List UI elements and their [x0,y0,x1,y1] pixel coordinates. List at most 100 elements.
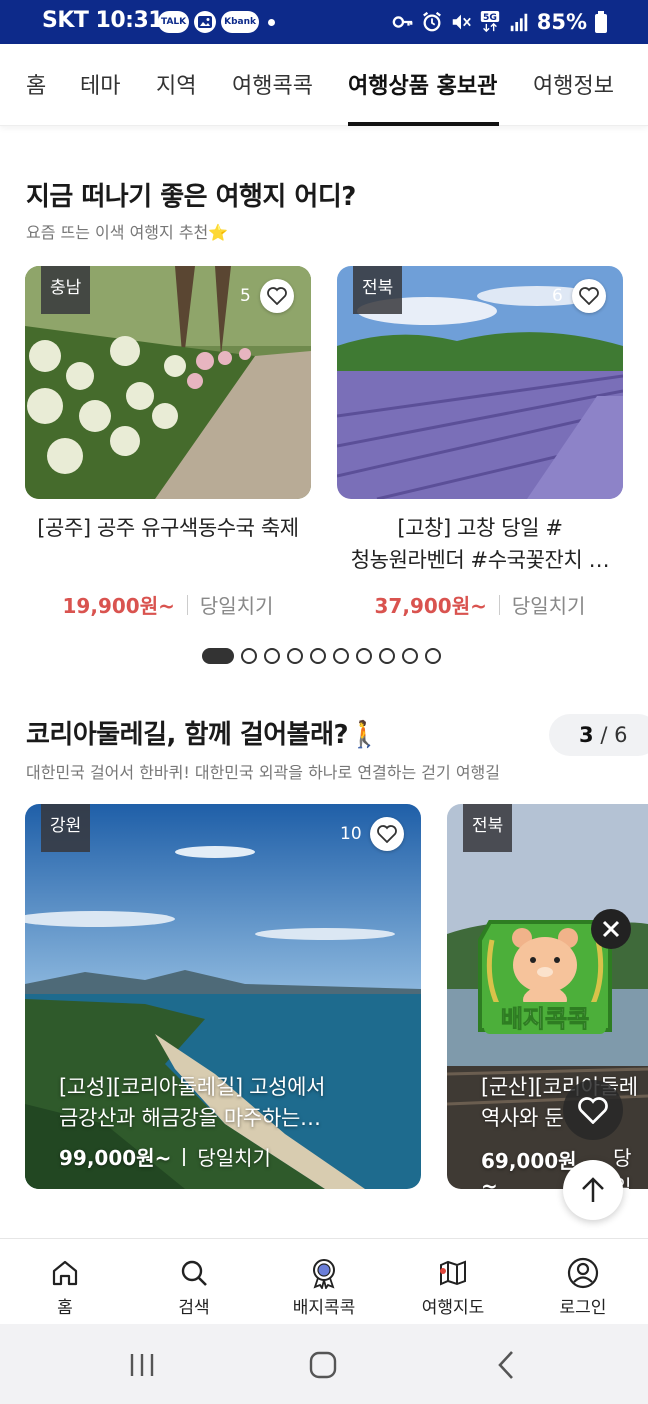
back-button[interactable] [486,1348,526,1382]
heart-button[interactable] [260,279,294,313]
trip-type: 당일치기 [199,594,274,618]
home-icon [52,1260,78,1286]
section-subtitle-korea-dulle: 대한민국 걸어서 한바퀴! 대한민국 외곽을 하나로 연결하는 걷기 여행길 [26,763,500,782]
pager-dot[interactable] [287,648,303,664]
bottom-nav-label: 배지콕콕 [292,1298,356,1318]
price: 37,900원~ [374,594,487,618]
tab-home[interactable]: 홈 [26,68,46,100]
region-tag: 전북 [463,804,513,852]
tab-region[interactable]: 지역 [156,68,196,100]
badge-label: 배지콕콕 [501,1005,589,1033]
bottom-nav-label: 여행지도 [421,1298,485,1318]
bottom-nav-map[interactable]: 여행지도 [403,1239,503,1325]
section-title-recommend: 지금 떠나기 좋은 여행지 어디? [26,182,356,212]
region-tag: 전북 [353,266,403,314]
bottom-nav-label: 검색 [178,1298,210,1318]
recent-apps-icon [130,1354,154,1376]
recent-apps-button[interactable] [122,1348,162,1382]
bottom-nav-home[interactable]: 홈 [15,1239,115,1325]
section-subtitle-recommend: 요즘 뜨는 이색 여행지 추천⭐ [26,223,229,242]
kakaotalk-icon: TALK [158,11,190,33]
pager-dot[interactable] [241,648,257,664]
alarm-icon [422,11,441,32]
signal-icon [510,13,527,32]
user-icon [567,1257,599,1289]
pager-dot[interactable] [425,648,441,664]
floating-heart-button[interactable] [563,1080,623,1140]
active-tab-indicator [348,122,499,126]
bottom-nav-label: 홈 [57,1298,73,1318]
mute-icon [452,14,471,30]
heart-button[interactable] [572,279,606,313]
svg-text:5G: 5G [483,12,497,23]
carousel-pager [202,648,441,664]
product-title[interactable]: [공주] 공주 유구색동수국 축제 [25,512,311,544]
region-tag: 강원 [41,804,91,852]
section-title-korea-dulle: 코리아둘레길, 함께 걸어볼래?🚶 [26,720,380,750]
like-count: 5 [240,286,251,306]
scroll-to-top-button[interactable] [563,1160,623,1220]
kbank-icon: Kbank [221,11,260,33]
product-title[interactable]: [고창] 고창 당일 # 청농원라벤더 #수국꽃잔치 … [337,512,623,576]
product-card-image[interactable]: 충남 5 [25,266,311,499]
battery-icon [595,11,607,33]
price-row: 99,000원~ 당일치기 [59,1142,271,1171]
battery-percent: 85% [536,10,587,34]
divider [498,594,500,615]
bottom-nav-login[interactable]: 로그인 [533,1239,633,1325]
key-icon [392,16,413,28]
heart-icon [267,287,287,305]
price: 99,000원~ [59,1146,172,1170]
product-title-line: [고창] 고창 당일 # [397,516,563,540]
pager-dot[interactable] [333,648,349,664]
product-card-image[interactable]: 전북 6 [337,266,623,499]
price-row: 19,900원~ 당일치기 [25,590,311,619]
divider [183,1147,186,1166]
home-system-button[interactable] [303,1348,343,1382]
search-icon [181,1260,207,1286]
pager-dot[interactable] [402,648,418,664]
price: 19,900원~ [62,594,175,618]
top-nav: 홈 테마 지역 여행콕콕 여행상품 홍보관 여행정보 [0,44,648,126]
trip-type: 당일치기 [511,594,586,618]
close-icon [602,920,620,938]
trail-card[interactable]: 강원 10 [고성][코리아둘레길] 고성에서 금강산과 해금강을 마주하는… … [25,804,421,1189]
bottom-nav-badge[interactable]: 배지콕콕 [274,1239,374,1325]
home-circle-icon [309,1351,337,1379]
pager-dot[interactable] [356,648,372,664]
product-title-line: 청농원라벤더 #수국꽃잔치 … [350,548,610,572]
counter-total: / 6 [600,723,628,747]
trip-type: 당일치기 [197,1146,271,1170]
gallery-icon [194,11,217,33]
tab-travel-info[interactable]: 여행정보 [533,68,614,100]
bottom-nav: 홈 검색 배지콕콕 여행지도 로그인 [0,1238,648,1324]
like-count: 10 [340,824,362,844]
system-nav-bar [0,1324,648,1404]
price-row: 37,900원~ 당일치기 [337,590,623,619]
pager-dot[interactable] [310,648,326,664]
bottom-nav-search[interactable]: 검색 [144,1239,244,1325]
heart-icon [377,825,397,843]
more-notifications-icon [268,18,276,26]
divider [186,594,188,615]
tab-theme[interactable]: 테마 [80,68,120,100]
pager-dot[interactable] [379,648,395,664]
region-tag: 충남 [41,266,91,314]
back-icon [498,1351,513,1379]
bottom-nav-label: 로그인 [559,1298,607,1318]
pager-dot-active[interactable] [202,648,234,664]
counter-current: 3 [579,723,594,747]
close-badge-button[interactable] [591,909,631,949]
pager-dot[interactable] [264,648,280,664]
trail-title-line: 금강산과 해금강을 마주하는… [59,1106,321,1130]
heart-button[interactable] [370,817,404,851]
tab-travel-kokkok[interactable]: 여행콕콕 [232,68,313,100]
tab-travel-products[interactable]: 여행상품 홍보관 [348,68,497,100]
carousel-counter: 3 / 6 [549,714,648,756]
trail-title: [고성][코리아둘레길] 고성에서 금강산과 해금강을 마주하는… [59,1072,389,1134]
5g-icon: 5G [480,11,499,33]
arrow-up-icon [582,1177,604,1202]
heart-icon [578,1096,608,1124]
trail-title-line: [고성][코리아둘레길] 고성에서 [59,1075,326,1099]
notification-icons: TALK Kbank [158,11,276,33]
